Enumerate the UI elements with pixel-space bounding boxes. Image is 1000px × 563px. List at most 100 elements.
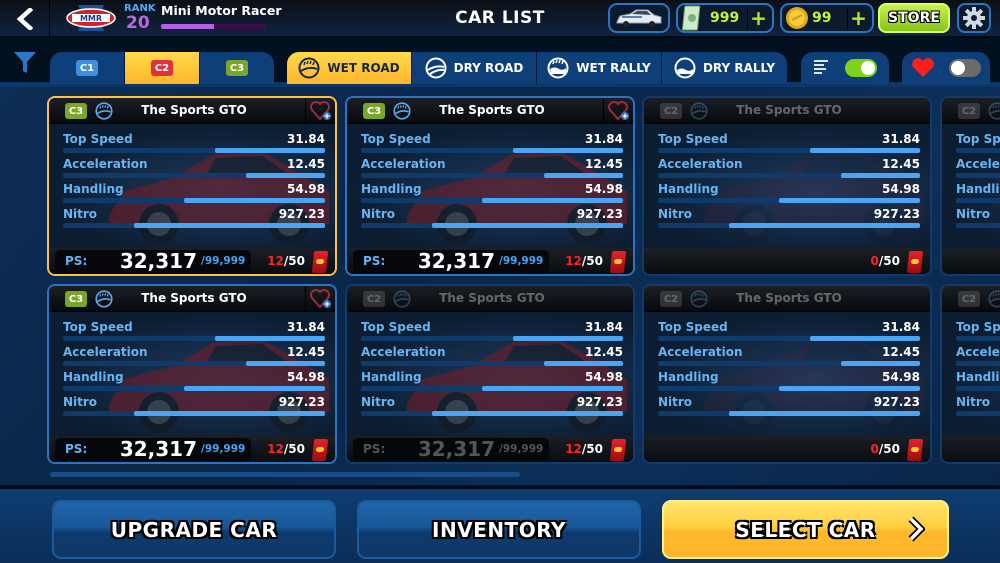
stat-row: Nitro927.23	[658, 207, 920, 231]
stat-bar-fill	[246, 361, 325, 366]
stat-label: Acceleration	[956, 157, 1000, 171]
stat-value: 54.98	[287, 182, 325, 196]
class-badge: C2	[363, 291, 385, 307]
add-favorite-button[interactable]	[305, 98, 335, 124]
wet-road-icon	[298, 57, 320, 79]
garage-button[interactable]	[608, 3, 670, 33]
add-coins-button[interactable]: +	[847, 6, 869, 30]
stat-row: Acceleration 12.45	[63, 157, 325, 181]
cash-value: 999	[710, 10, 740, 26]
ps-value: 32,317	[417, 249, 495, 273]
stat-bar	[658, 223, 920, 228]
card-header: C3 The Sports GTO	[49, 98, 335, 124]
stat-row: Top Speed31.84	[956, 132, 1000, 156]
ps-max: /99,999	[499, 443, 544, 455]
stat-row: Acceleration 12.45	[658, 345, 920, 369]
stat-label: Handling	[956, 370, 1000, 384]
card-stats: Top Speed31.84Acceleration12.45Handling5…	[347, 124, 633, 248]
stat-bar	[658, 361, 920, 366]
upgrade-card-icon	[906, 439, 924, 461]
stat-value: 54.98	[585, 182, 623, 196]
tab-class-c2[interactable]: C2	[125, 52, 200, 84]
stat-bar-fill	[183, 198, 325, 203]
sort-stats-toggle[interactable]	[845, 59, 877, 77]
class-badge: C3	[363, 103, 385, 119]
stat-bar-fill	[544, 361, 623, 366]
stat-bar-fill	[512, 148, 623, 153]
stat-label: Acceleration	[361, 345, 446, 359]
bottom-action-bar: UPGRADE CAR INVENTORY SELECT CAR	[0, 487, 1000, 563]
stat-row: Nitro927.23	[63, 207, 325, 231]
back-button[interactable]	[0, 0, 50, 38]
stat-label: Acceleration	[361, 157, 446, 171]
wet-road-icon	[95, 290, 113, 308]
stat-value: 927.23	[873, 207, 920, 221]
stat-label: Acceleration	[658, 345, 743, 359]
store-button[interactable]: STORE	[878, 3, 950, 33]
stat-bar	[63, 173, 325, 178]
stat-row: Top Speed31.84	[658, 320, 920, 344]
stat-bar	[658, 336, 920, 341]
wet-road-icon	[988, 290, 1000, 308]
inventory-button[interactable]: INVENTORY	[357, 500, 641, 559]
tab-label: DRY RALLY	[702, 61, 776, 75]
surface-icon	[690, 290, 708, 312]
car-card[interactable]: C3 The Sports GTO Top Speed 31.84 Accelerati…	[345, 96, 635, 276]
car-card[interactable]: C3 The Sports GTO Top Speed 31.84 Accelerati…	[47, 96, 337, 276]
tab-class-c3[interactable]: C3	[200, 52, 274, 84]
favorites-toggle[interactable]	[949, 59, 981, 77]
stat-value: 927.23	[873, 395, 920, 409]
heart-icon	[912, 58, 934, 77]
class-badge: C2	[660, 103, 682, 119]
stat-bar-fill	[728, 223, 920, 228]
car-card[interactable]: C2The Sports GTOTop Speed31.84Accelerati…	[940, 284, 1000, 464]
horizontal-scrollbar[interactable]	[50, 472, 520, 477]
tab-label: WET ROAD	[327, 61, 400, 75]
add-cash-button[interactable]: +	[747, 6, 769, 30]
coin-icon	[786, 7, 808, 29]
car-card[interactable]: C2The Sports GTOTop Speed31.84Accelerati…	[345, 284, 635, 464]
stat-label: Top Speed	[658, 132, 728, 146]
stat-row: Top Speed31.84	[361, 132, 623, 156]
stat-label: Handling	[658, 370, 719, 384]
stat-bar	[956, 173, 1000, 178]
stat-bar-fill	[728, 411, 920, 416]
upgrade-car-button[interactable]: UPGRADE CAR	[52, 500, 336, 559]
filter-icon[interactable]	[13, 50, 37, 74]
stat-bar-fill	[841, 173, 920, 178]
card-footer: 0/50	[644, 248, 930, 274]
stat-bar-fill	[133, 223, 325, 228]
car-card[interactable]: C2The Sports GTOTop Speed31.84Accelerati…	[642, 284, 932, 464]
car-card[interactable]: C2The Sports GTOTop Speed31.84Accelerati…	[642, 96, 932, 276]
cards-needed: /50	[283, 254, 305, 268]
ps-value: 32,317	[119, 249, 197, 273]
tab-dry-road[interactable]: DRY ROAD	[412, 52, 537, 84]
tab-class-c1[interactable]: C1	[50, 52, 125, 84]
car-card[interactable]: C3 The Sports GTO Top Speed 31.84 Accelerati…	[47, 284, 337, 464]
stat-label: Acceleration	[63, 157, 148, 171]
tab-wet-road[interactable]: WET ROAD	[287, 52, 412, 84]
add-favorite-button[interactable]	[603, 98, 633, 124]
stat-row: Nitro927.23	[956, 395, 1000, 419]
card-stats: Top Speed31.84Acceleration12.45Handling5…	[942, 124, 1000, 248]
stat-bar	[361, 198, 623, 203]
select-car-button[interactable]: SELECT CAR	[662, 500, 949, 559]
stat-bar	[658, 386, 920, 391]
tab-dry-rally[interactable]: DRY RALLY	[662, 52, 787, 84]
settings-button[interactable]	[957, 3, 991, 33]
card-header: C2 The Sports GTO	[644, 98, 930, 124]
car-card[interactable]: C2The Sports GTOTop Speed31.84Accelerati…	[940, 96, 1000, 276]
stat-label: Top Speed	[361, 320, 431, 334]
stat-bar	[361, 411, 623, 416]
class-badge: C3	[65, 291, 87, 307]
stat-row: Handling54.98	[956, 182, 1000, 206]
stat-label: Nitro	[956, 395, 991, 409]
tab-wet-rally[interactable]: WET RALLY	[537, 52, 662, 84]
stat-row: Handling54.98	[956, 370, 1000, 394]
wet-road-icon	[988, 102, 1000, 120]
stat-row: Nitro927.23	[361, 207, 623, 231]
stat-bar-fill	[778, 386, 920, 391]
stat-bar	[658, 173, 920, 178]
add-favorite-button[interactable]	[305, 286, 335, 312]
cards-owned: 12	[267, 254, 284, 268]
